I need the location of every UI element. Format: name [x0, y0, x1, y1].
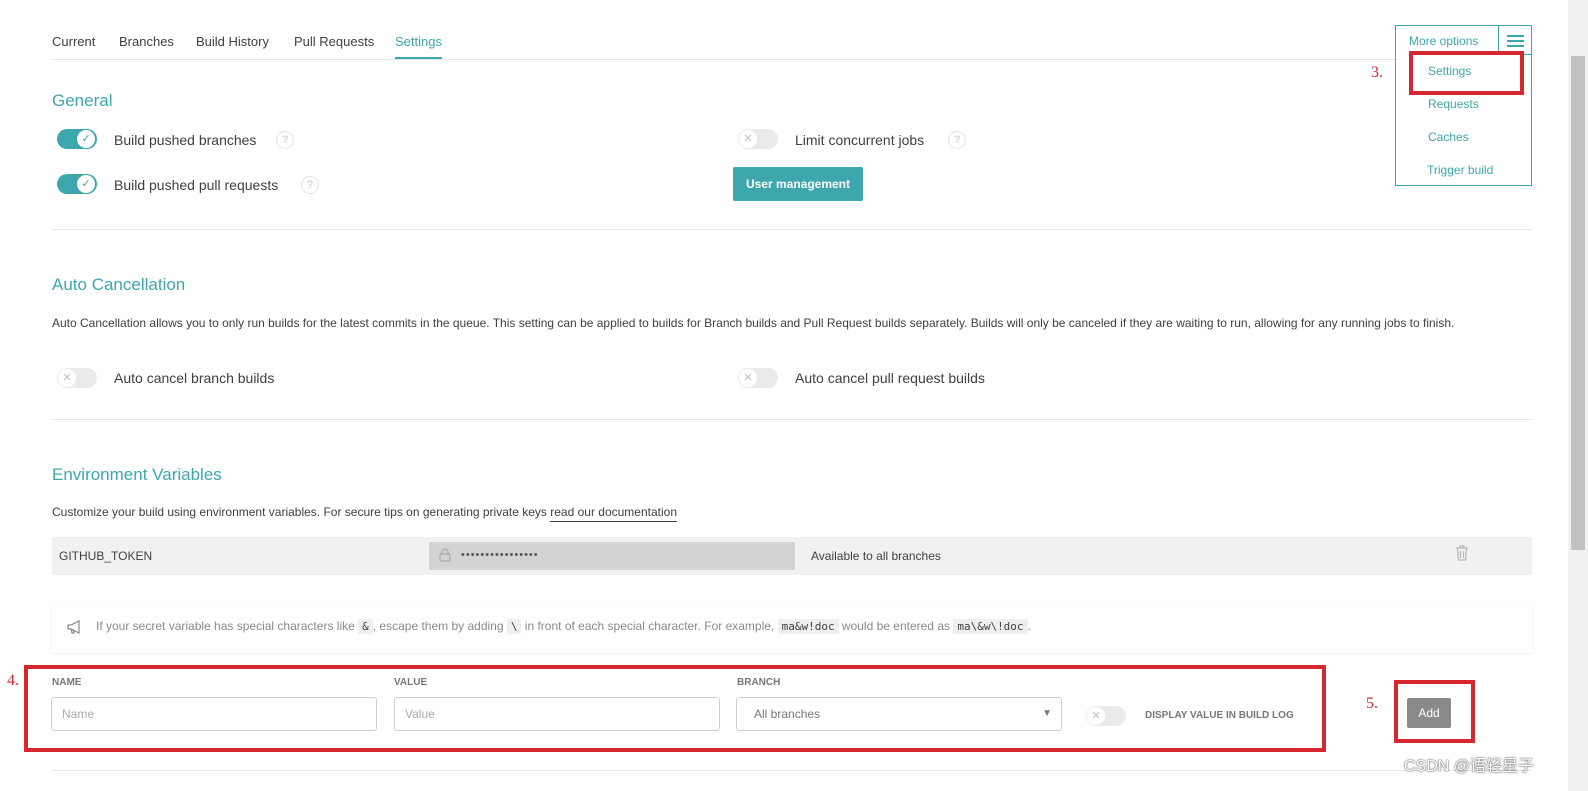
- code-snippet: \: [506, 619, 522, 634]
- auto-cancel-branch-label: Auto cancel branch builds: [114, 370, 275, 386]
- watermark: CSDN @语轻星子: [1404, 758, 1535, 775]
- x-icon: ✕: [58, 369, 76, 387]
- display-value-toggle[interactable]: ✕: [1086, 706, 1126, 726]
- branch-select-value: All branches: [754, 707, 821, 721]
- scrollbar[interactable]: [1568, 0, 1588, 791]
- limit-concurrent-toggle[interactable]: ✕: [738, 129, 778, 149]
- value-input[interactable]: Value: [394, 697, 720, 731]
- user-management-button[interactable]: User management: [733, 167, 863, 201]
- annotation-step-4: 4.: [7, 672, 19, 689]
- lock-icon: [439, 548, 451, 565]
- code-snippet: &: [358, 619, 373, 634]
- code-snippet: ma\&w\!doc: [953, 619, 1028, 634]
- tab-build-history[interactable]: Build History: [196, 34, 269, 49]
- build-pushed-prs-toggle[interactable]: ✓: [57, 174, 97, 194]
- env-var-branch: Available to all branches: [811, 549, 941, 563]
- build-pushed-prs-label: Build pushed pull requests: [114, 177, 279, 193]
- auto-cancel-branch-toggle[interactable]: ✕: [57, 368, 97, 388]
- tab-settings[interactable]: Settings: [395, 34, 442, 59]
- display-value-label: DISPLAY VALUE IN BUILD LOG: [1145, 710, 1294, 721]
- notice-text-part: in front of each special character. For …: [521, 619, 778, 633]
- scrollbar-thumb[interactable]: [1571, 56, 1585, 550]
- megaphone-icon: [66, 619, 86, 637]
- branch-field-label: BRANCH: [737, 677, 781, 688]
- check-icon: ✓: [77, 175, 95, 193]
- general-heading: General: [52, 91, 113, 110]
- auto-cancellation-description: Auto Cancellation allows you to only run…: [52, 316, 1455, 330]
- tab-bar: Current Branches Build History Pull Requ…: [52, 26, 1532, 60]
- env-var-row: GITHUB_TOKEN •••••••••••••••• Available …: [52, 537, 1532, 575]
- menu-item-trigger-build[interactable]: Trigger build: [1427, 163, 1493, 177]
- env-var-name: GITHUB_TOKEN: [59, 549, 153, 563]
- notice-text-part: .: [1027, 619, 1031, 633]
- help-icon[interactable]: ?: [276, 131, 294, 149]
- trash-icon[interactable]: [1455, 545, 1471, 563]
- annotation-step-5: 5.: [1366, 695, 1378, 712]
- x-icon: ✕: [739, 130, 757, 148]
- tab-current[interactable]: Current: [52, 34, 95, 49]
- branch-select[interactable]: All branches ▼: [736, 697, 1062, 731]
- notice-text: If your secret variable has special char…: [96, 619, 1031, 634]
- code-snippet: ma&w!doc: [777, 619, 839, 634]
- menu-item-caches[interactable]: Caches: [1428, 130, 1469, 144]
- section-divider: [52, 419, 1532, 420]
- env-vars-description: Customize your build using environment v…: [52, 503, 677, 522]
- add-button[interactable]: Add: [1407, 698, 1451, 728]
- annotation-step-3: 3.: [1371, 64, 1383, 81]
- documentation-link[interactable]: read our documentation: [550, 505, 677, 522]
- env-vars-heading: Environment Variables: [52, 465, 222, 484]
- auto-cancel-pr-label: Auto cancel pull request builds: [795, 370, 985, 386]
- name-field-label: NAME: [52, 677, 82, 688]
- notice-text-part: If your secret variable has special char…: [96, 619, 359, 633]
- section-divider: [52, 229, 1532, 230]
- x-icon: ✕: [1087, 707, 1105, 725]
- name-input[interactable]: Name: [51, 697, 377, 731]
- tab-branches[interactable]: Branches: [119, 34, 174, 49]
- x-icon: ✕: [739, 369, 757, 387]
- env-var-value: ••••••••••••••••: [429, 542, 795, 570]
- help-icon[interactable]: ?: [301, 176, 319, 194]
- auto-cancellation-heading: Auto Cancellation: [52, 275, 186, 294]
- env-vars-description-text: Customize your build using environment v…: [52, 505, 551, 519]
- env-var-masked-value: ••••••••••••••••: [461, 549, 539, 561]
- tab-pull-requests[interactable]: Pull Requests: [294, 34, 374, 49]
- auto-cancel-pr-toggle[interactable]: ✕: [738, 368, 778, 388]
- help-icon[interactable]: ?: [948, 131, 966, 149]
- value-field-label: VALUE: [394, 677, 428, 688]
- check-icon: ✓: [77, 130, 95, 148]
- chevron-down-icon: ▼: [1042, 708, 1052, 719]
- limit-concurrent-label: Limit concurrent jobs: [795, 132, 925, 148]
- more-options-menu: More options Settings Requests Caches Tr…: [1395, 25, 1532, 186]
- build-pushed-branches-toggle[interactable]: ✓: [57, 129, 97, 149]
- notice-text-part: would be entered as: [838, 619, 954, 633]
- section-divider: [52, 770, 1532, 771]
- special-characters-notice: If your secret variable has special char…: [52, 603, 1532, 653]
- menu-item-requests[interactable]: Requests: [1428, 97, 1479, 111]
- more-options-label: More options: [1409, 34, 1479, 48]
- build-pushed-branches-label: Build pushed branches: [114, 132, 257, 148]
- notice-text-part: , escape them by adding: [372, 619, 507, 633]
- annotation-box-settings: [1409, 51, 1524, 95]
